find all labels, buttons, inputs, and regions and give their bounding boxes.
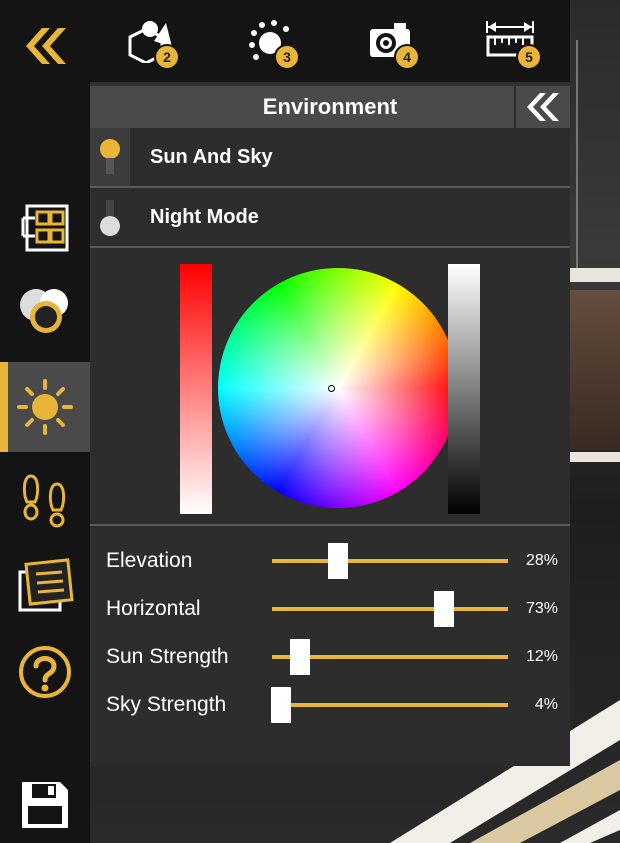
floppy-disk-icon [22, 782, 68, 828]
toggle-track [106, 158, 114, 174]
double-chevron-left-icon [26, 28, 66, 64]
objects-badge: 2 [154, 44, 180, 70]
toggle-off-dot [100, 216, 120, 236]
environment-button[interactable] [0, 362, 90, 452]
help-icon [19, 646, 71, 698]
color-picker [90, 248, 570, 526]
mode-label: Night Mode [150, 205, 259, 228]
left-rail [0, 0, 90, 843]
slider-label: Elevation [106, 549, 193, 572]
slider-value: 73% [525, 600, 558, 617]
help-button[interactable] [0, 632, 90, 712]
layout-tree-icon [21, 204, 69, 252]
slider-thumb[interactable] [271, 687, 292, 723]
notes-button[interactable] [0, 548, 90, 624]
collapse-all-button[interactable] [0, 8, 90, 84]
slider-label: Horizontal [106, 597, 201, 620]
slider-thumb[interactable] [290, 639, 311, 675]
color-wheel-cursor[interactable] [328, 385, 335, 392]
slider-track[interactable] [271, 687, 508, 723]
color-wheel[interactable] [218, 268, 458, 508]
measure-badge: 5 [516, 44, 542, 70]
slider-track[interactable] [272, 639, 508, 675]
objects-button[interactable]: 2 [90, 0, 210, 82]
slider-track[interactable] [272, 591, 508, 627]
scene-rod [576, 40, 578, 280]
slider-thumb[interactable] [328, 543, 349, 579]
slider-value: 28% [525, 552, 558, 569]
slider-thumb[interactable] [434, 591, 455, 627]
slider-elevation[interactable]: Elevation 28% [106, 543, 558, 579]
panel-header: Environment [90, 86, 570, 128]
slider-value: 12% [525, 648, 558, 665]
night-mode-toggle[interactable] [90, 188, 130, 246]
toggle-on-dot [100, 139, 120, 159]
slider-horizontal[interactable]: Horizontal 73% [106, 591, 558, 627]
layers-button[interactable] [0, 190, 90, 266]
slider-label: Sun Strength [106, 645, 229, 668]
footprints-icon [22, 474, 66, 528]
material-spheres-icon [20, 289, 68, 333]
mode-label: Sun And Sky [150, 145, 273, 168]
materials-button[interactable] [0, 272, 90, 348]
environment-panel: Environment Sun And Sky Night Mode Eleva… [90, 86, 570, 766]
slider-track[interactable] [272, 543, 508, 579]
slider-sun-strength[interactable]: Sun Strength 12% [106, 639, 558, 675]
slider-sky-strength[interactable]: Sky Strength 4% [106, 687, 558, 723]
sun-and-sky-toggle[interactable] [90, 128, 130, 186]
camera-button[interactable]: 4 [330, 0, 450, 82]
double-chevron-left-icon [527, 93, 559, 121]
brightness-bar[interactable] [448, 264, 480, 514]
orbit-badge: 3 [274, 44, 300, 70]
notes-icon [18, 558, 74, 612]
slider-value: 4% [534, 696, 558, 713]
save-button[interactable] [0, 770, 90, 840]
mode-sun-and-sky[interactable]: Sun And Sky [90, 128, 570, 188]
camera-badge: 4 [394, 44, 420, 70]
slider-label: Sky Strength [106, 693, 227, 716]
toggle-track [106, 200, 114, 216]
hue-saturation-bar[interactable] [180, 264, 212, 514]
panel-title: Environment [262, 94, 398, 119]
measure-button[interactable]: 5 [450, 0, 570, 82]
mode-night[interactable]: Night Mode [90, 188, 570, 248]
walk-button[interactable] [0, 462, 90, 538]
sun-icon [17, 379, 73, 435]
orbit-button[interactable]: 3 [210, 0, 330, 82]
top-toolbar: 2 3 4 5 [90, 0, 570, 82]
panel-collapse-button[interactable] [514, 86, 570, 128]
